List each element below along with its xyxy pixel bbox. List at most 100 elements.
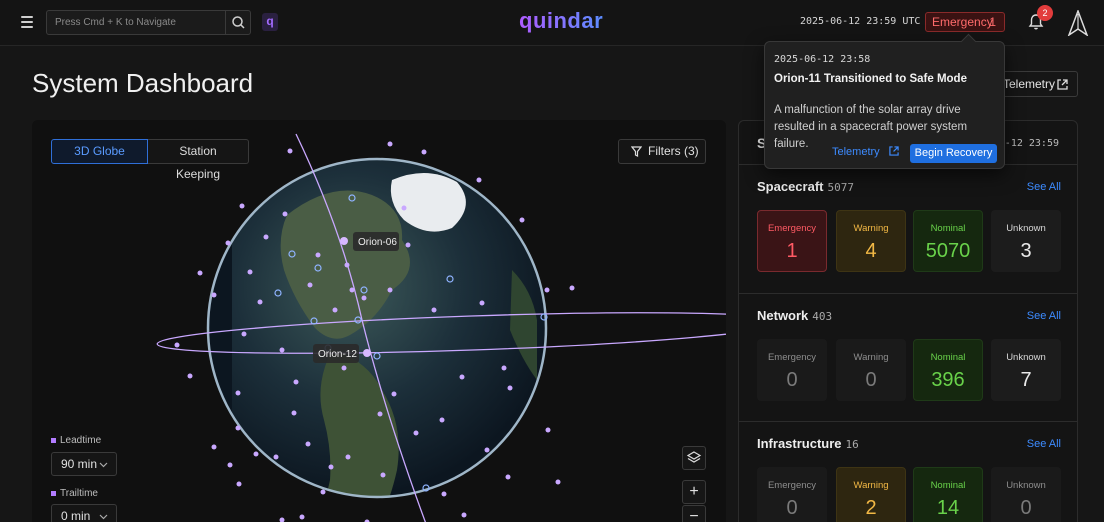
- satellite-dot[interactable]: [287, 148, 293, 154]
- satellite-dot[interactable]: [439, 417, 445, 423]
- hamburger-menu-icon[interactable]: [18, 12, 38, 32]
- satellite-dot[interactable]: [479, 300, 485, 306]
- globe-view[interactable]: Orion-06 Orion-12: [32, 120, 726, 522]
- satellite-dot[interactable]: [361, 295, 367, 301]
- chevron-down-icon: [99, 462, 108, 468]
- satellite-dot[interactable]: [279, 517, 285, 522]
- satellite-dot[interactable]: [345, 454, 351, 460]
- satellite-dot[interactable]: [273, 454, 279, 460]
- satellite-dot[interactable]: [505, 474, 511, 480]
- satellite-dot[interactable]: [174, 342, 180, 348]
- satellite-dot[interactable]: [413, 430, 419, 436]
- satellite-dot[interactable]: [211, 292, 217, 298]
- status-tile-warning[interactable]: Warning 4: [836, 210, 906, 272]
- satellite-dot[interactable]: [315, 252, 321, 258]
- satellite-dot[interactable]: [307, 282, 313, 288]
- see-all-spacecraft-link[interactable]: See All: [1027, 181, 1061, 193]
- satellite-dot[interactable]: [507, 385, 513, 391]
- spacecraft-logo-icon[interactable]: [1067, 8, 1089, 37]
- satellite-dot[interactable]: [235, 425, 241, 431]
- satellite-dot[interactable]: [569, 285, 575, 291]
- satellite-dot[interactable]: [305, 441, 311, 447]
- satellite-dot[interactable]: [197, 270, 203, 276]
- satellite-dot[interactable]: [380, 472, 386, 478]
- satellite-dot[interactable]: [461, 512, 467, 518]
- satellite-dot[interactable]: [227, 462, 233, 468]
- satellite-dot[interactable]: [263, 234, 269, 240]
- satellite-dot[interactable]: [441, 491, 447, 497]
- satellite-dot[interactable]: [544, 287, 550, 293]
- begin-recovery-button[interactable]: Begin Recovery: [910, 144, 997, 163]
- emergency-alert-button[interactable]: Emergency 1: [925, 12, 1005, 32]
- satellite-dot[interactable]: [241, 331, 247, 337]
- satellite-dot[interactable]: [545, 427, 551, 433]
- satellite-dot[interactable]: [236, 481, 242, 487]
- satellite-dot[interactable]: [344, 262, 350, 268]
- status-tile-warning[interactable]: Warning 0: [836, 339, 906, 401]
- satellite-dot[interactable]: [349, 287, 355, 293]
- status-tile-nominal[interactable]: Nominal 396: [913, 339, 983, 401]
- status-tile-emergency[interactable]: Emergency 0: [757, 339, 827, 401]
- satellite-dot[interactable]: [282, 211, 288, 217]
- trailtime-select[interactable]: 0 min: [51, 504, 117, 522]
- satellite-dot[interactable]: [431, 307, 437, 313]
- satellite-dot[interactable]: [459, 374, 465, 380]
- app-switcher-icon[interactable]: q: [262, 13, 278, 31]
- see-all-infrastructure-link[interactable]: See All: [1027, 438, 1061, 450]
- satellite-dot[interactable]: [328, 464, 334, 470]
- status-tile-emergency[interactable]: Emergency 1: [757, 210, 827, 272]
- satellite-dot[interactable]: [279, 347, 285, 353]
- satellite-dot[interactable]: [387, 141, 393, 147]
- satellite-dot[interactable]: [421, 149, 427, 155]
- status-tile-unknown[interactable]: Unknown 7: [991, 339, 1061, 401]
- search-icon[interactable]: [225, 11, 250, 34]
- satellite-dot[interactable]: [484, 447, 490, 453]
- zoom-in-button[interactable]: +: [682, 480, 706, 504]
- layers-icon[interactable]: [682, 446, 706, 470]
- status-tile-warning[interactable]: Warning 2: [836, 467, 906, 522]
- alert-telemetry-link[interactable]: Telemetry: [832, 146, 899, 158]
- status-tile-nominal[interactable]: Nominal 5070: [913, 210, 983, 272]
- satellite-dot[interactable]: [239, 203, 245, 209]
- network-section: Network 403 See All Emergency 0 Warning 0 N…: [739, 293, 1077, 401]
- satellite-dot[interactable]: [247, 269, 253, 275]
- zoom-out-button[interactable]: −: [682, 505, 706, 522]
- see-all-network-link[interactable]: See All: [1027, 310, 1061, 322]
- satellite-dot[interactable]: [291, 410, 297, 416]
- tab-station-keeping[interactable]: Station Keeping: [148, 139, 249, 181]
- satellite-dot[interactable]: [299, 514, 305, 520]
- system-status-panel: S 6-12 23:59 Spacecraft 5077 See All Emer…: [738, 120, 1078, 522]
- satellite-dot[interactable]: [377, 411, 383, 417]
- satellite-dot[interactable]: [253, 451, 259, 457]
- satellite-dot[interactable]: [401, 205, 407, 211]
- satellite-dot[interactable]: [555, 479, 561, 485]
- satellite-dot[interactable]: [391, 391, 397, 397]
- status-tile-nominal[interactable]: Nominal 14: [913, 467, 983, 522]
- search-input[interactable]: [47, 11, 225, 34]
- status-tile-emergency[interactable]: Emergency 0: [757, 467, 827, 522]
- leadtime-value: 90 min: [61, 457, 98, 471]
- satellite-dot[interactable]: [320, 489, 326, 495]
- satellite-dot[interactable]: [341, 365, 347, 371]
- satellite-dot[interactable]: [332, 307, 338, 313]
- satellite-dot[interactable]: [235, 390, 241, 396]
- satellite-dot[interactable]: [405, 242, 411, 248]
- view-toggle: 3D Globe Station Keeping: [51, 139, 249, 181]
- satellite-dot[interactable]: [225, 240, 231, 246]
- satellite-dot[interactable]: [501, 365, 507, 371]
- satellite-dot[interactable]: [387, 287, 393, 293]
- emergency-count: 1: [989, 15, 996, 29]
- satellite-dot[interactable]: [476, 177, 482, 183]
- filters-button[interactable]: Filters (3): [618, 139, 706, 164]
- satellite-dot[interactable]: [519, 217, 525, 223]
- satellite-dot[interactable]: [211, 444, 217, 450]
- satellite-dot[interactable]: [187, 373, 193, 379]
- leadtime-select[interactable]: 90 min: [51, 452, 117, 476]
- tab-3d-globe[interactable]: 3D Globe: [51, 139, 148, 164]
- status-panel-timestamp: 6-12 23:59: [998, 138, 1059, 149]
- status-tile-unknown[interactable]: Unknown 3: [991, 210, 1061, 272]
- satellite-dot[interactable]: [257, 299, 263, 305]
- emergency-label: Emergency: [932, 15, 993, 29]
- satellite-dot[interactable]: [293, 379, 299, 385]
- status-tile-unknown[interactable]: Unknown 0: [991, 467, 1061, 522]
